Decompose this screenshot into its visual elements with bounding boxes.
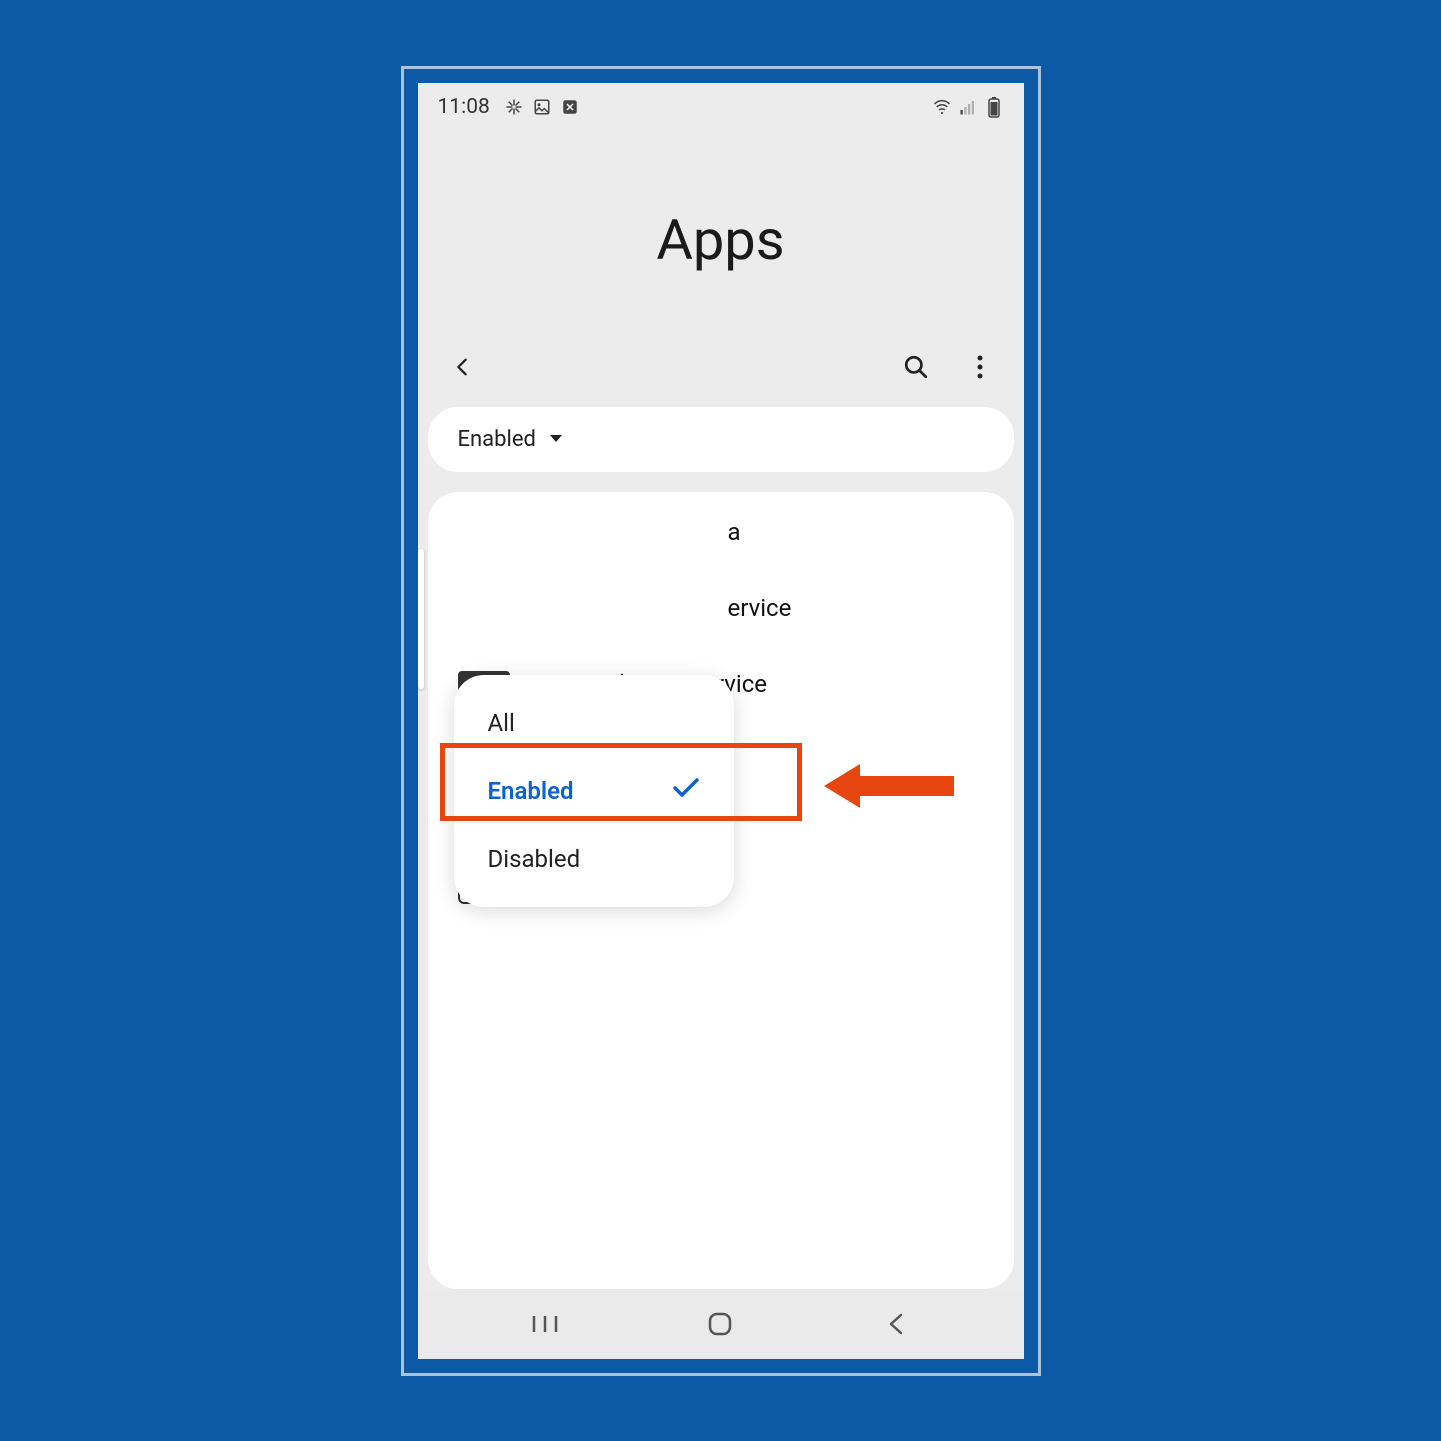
app-name-fragment: a [728, 518, 741, 546]
filter-dropdown-trigger[interactable]: Enabled [428, 407, 1014, 472]
outer-frame: 11:08 [401, 66, 1041, 1376]
header: Apps [418, 127, 1024, 333]
filter-option-disabled[interactable]: Disabled [454, 825, 734, 893]
pinwheel-icon [504, 97, 524, 117]
toolbar [418, 333, 1024, 407]
app-row[interactable]: ervice [428, 564, 1014, 652]
wifi-icon [932, 97, 952, 117]
image-icon [532, 97, 552, 117]
app-row[interactable]: a [428, 500, 1014, 564]
check-icon [672, 777, 700, 805]
battery-icon [984, 97, 1004, 117]
system-nav-bar [418, 1289, 1024, 1359]
recent-apps-button[interactable] [525, 1304, 565, 1344]
filter-option-all[interactable]: All [454, 689, 734, 757]
caret-down-icon [548, 430, 564, 449]
filter-option-label: All [488, 709, 515, 737]
app-name-fragment: ervice [728, 594, 792, 622]
phone-screen: 11:08 [418, 83, 1024, 1359]
clock: 11:08 [438, 95, 490, 119]
home-button[interactable] [700, 1304, 740, 1344]
back-nav-button[interactable] [876, 1304, 916, 1344]
filter-selected-label: Enabled [458, 427, 536, 452]
close-box-icon [560, 97, 580, 117]
filter-dropdown-menu: All Enabled Disabled [454, 675, 734, 907]
toolbar-right [902, 353, 994, 381]
signal-icon [958, 97, 978, 117]
filter-option-label: Disabled [488, 845, 581, 873]
page-title: Apps [438, 207, 1004, 273]
search-button[interactable] [902, 353, 930, 381]
back-button[interactable] [448, 353, 476, 381]
status-bar: 11:08 [418, 83, 1024, 127]
status-right [932, 97, 1004, 117]
scroll-handle[interactable] [418, 549, 424, 689]
status-left: 11:08 [438, 95, 580, 119]
filter-option-enabled[interactable]: Enabled [454, 757, 734, 825]
more-menu-button[interactable] [966, 353, 994, 381]
filter-option-label: Enabled [488, 777, 574, 805]
